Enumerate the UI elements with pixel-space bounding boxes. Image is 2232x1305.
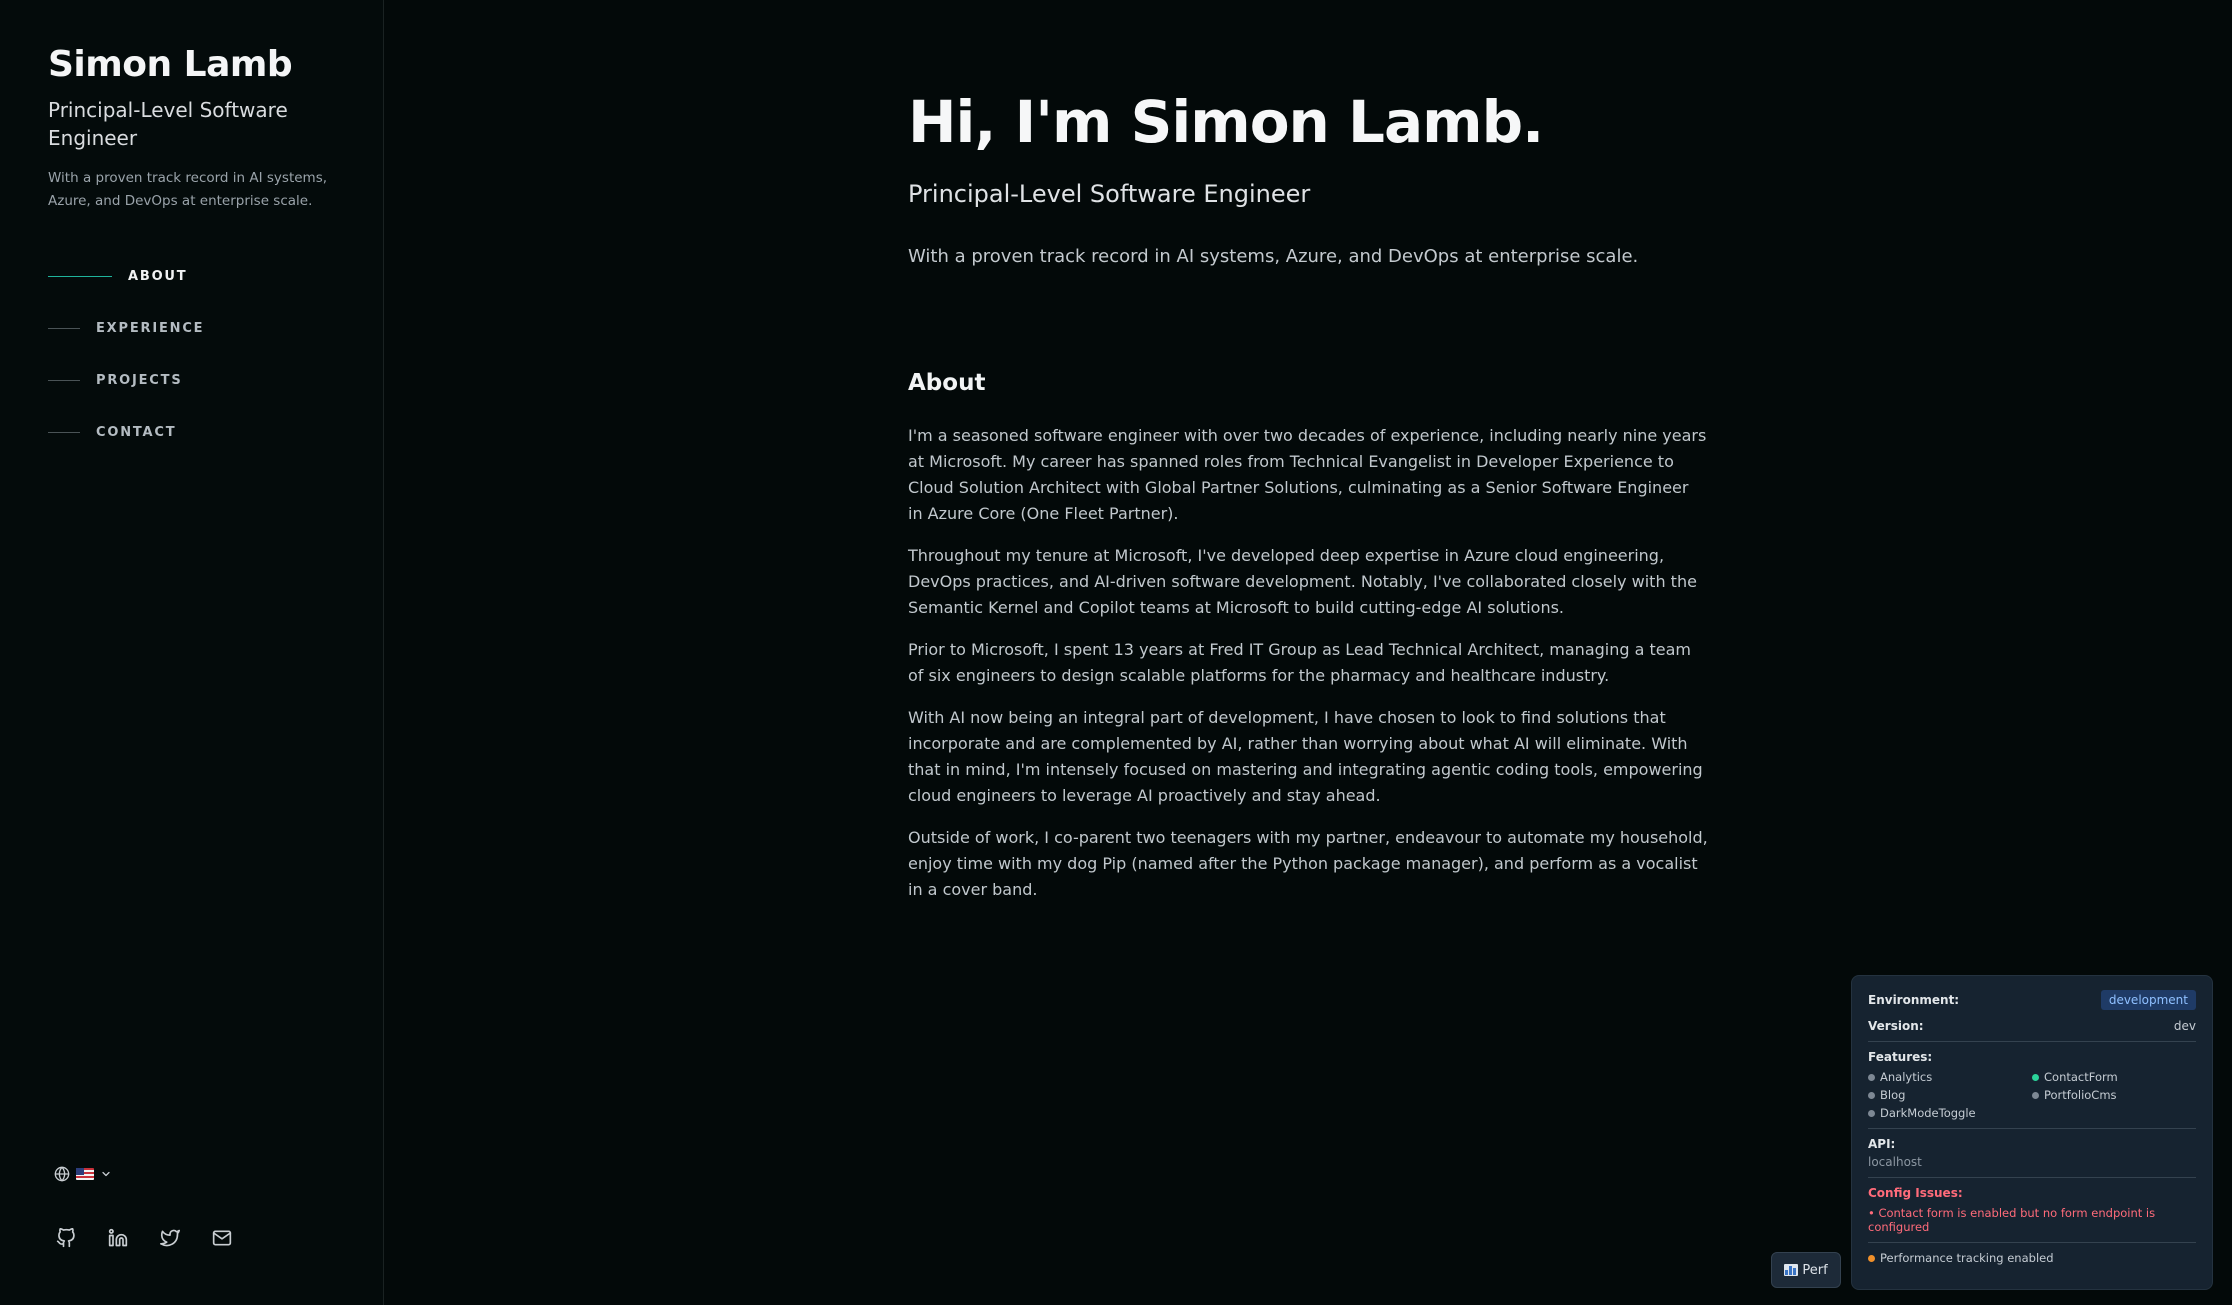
divider <box>1868 1041 2196 1042</box>
feature-name: Analytics <box>1880 1070 1933 1084</box>
environment-badge: development <box>2100 990 2196 1010</box>
nav-item-projects[interactable]: PROJECTS <box>48 354 204 406</box>
features-list: Analytics ContactForm Blog PortfolioCms … <box>1868 1070 2196 1120</box>
linkedin-link[interactable] <box>106 1226 130 1250</box>
api-label: API: <box>1868 1137 1896 1151</box>
nav-item-experience[interactable]: EXPERIENCE <box>48 302 204 354</box>
feature-name: DarkModeToggle <box>1880 1106 1976 1120</box>
config-debug-panel: Environment: development Version: dev Fe… <box>1851 975 2213 1290</box>
status-dot <box>1868 1109 1875 1117</box>
status-dot <box>2032 1091 2039 1099</box>
about-section: I'm a seasoned software engineer with ov… <box>908 423 1708 919</box>
perf-button[interactable]: Perf <box>1771 1252 1841 1288</box>
section-nav: ABOUT EXPERIENCE PROJECTS CONTACT <box>48 250 204 458</box>
hero-role: Principal-Level Software Engineer <box>908 180 1311 208</box>
about-paragraph: Outside of work, I co-parent two teenage… <box>908 828 1708 899</box>
version-label: Version: <box>1868 1019 1924 1033</box>
nav-label: ABOUT <box>128 268 188 284</box>
site-role: Principal-Level Software Engineer <box>48 98 288 150</box>
feature-name: ContactForm <box>2044 1070 2118 1084</box>
version-value: dev <box>2173 1019 2196 1033</box>
config-issue-item: • Contact form is enabled but no form en… <box>1868 1206 2156 1234</box>
hero-title: Hi, I'm Simon Lamb. <box>908 88 1544 156</box>
social-links <box>54 1226 234 1250</box>
perf-status-text: Performance tracking enabled <box>1880 1251 2054 1265</box>
version-row: Version: dev <box>1868 1019 2196 1033</box>
chevron-down-icon <box>102 1171 110 1177</box>
nav-item-contact[interactable]: CONTACT <box>48 406 204 458</box>
about-heading: About <box>908 370 986 396</box>
feature-item: PortfolioCms <box>2032 1088 2196 1102</box>
about-paragraph: Prior to Microsoft, I spent 13 years at … <box>908 640 1692 685</box>
nav-indicator-line <box>48 379 80 381</box>
language-selector[interactable] <box>54 1166 112 1182</box>
status-dot <box>1868 1091 1875 1099</box>
us-flag-icon <box>76 1168 94 1180</box>
hero-tagline: With a proven track record in AI systems… <box>908 246 1639 267</box>
status-dot <box>1868 1073 1875 1081</box>
status-dot <box>1868 1254 1875 1262</box>
bar-chart-icon <box>1784 1264 1799 1276</box>
site-name: Simon Lamb <box>48 44 293 85</box>
divider <box>1868 1128 2196 1129</box>
feature-item: ContactForm <box>2032 1070 2196 1084</box>
divider <box>1868 1242 2196 1243</box>
sidebar: Simon Lamb Principal-Level Software Engi… <box>0 0 384 1305</box>
api-value: localhost <box>1868 1155 1922 1169</box>
about-paragraph: With AI now being an integral part of de… <box>908 708 1703 805</box>
linkedin-icon <box>108 1228 128 1247</box>
environment-label: Environment: <box>1868 993 1960 1007</box>
feature-item: DarkModeToggle <box>1868 1106 2032 1120</box>
perf-status: Performance tracking enabled <box>1868 1251 2196 1265</box>
mail-icon <box>212 1230 232 1246</box>
features-label: Features: <box>1868 1050 1933 1064</box>
environment-row: Environment: development <box>1868 990 2196 1010</box>
perf-button-label: Perf <box>1802 1262 1828 1278</box>
site-tagline: With a proven track record in AI systems… <box>48 170 328 209</box>
github-link[interactable] <box>54 1226 78 1250</box>
config-issues-label: Config Issues: <box>1868 1186 1963 1200</box>
nav-indicator-line <box>48 327 80 329</box>
nav-label: CONTACT <box>96 424 177 440</box>
about-paragraph: Throughout my tenure at Microsoft, I've … <box>908 546 1697 617</box>
feature-item: Blog <box>1868 1088 2032 1102</box>
twitter-icon <box>160 1229 180 1247</box>
nav-label: EXPERIENCE <box>96 320 205 336</box>
twitter-link[interactable] <box>158 1226 182 1250</box>
feature-item: Analytics <box>1868 1070 2032 1084</box>
nav-label: PROJECTS <box>96 372 183 388</box>
nav-item-about[interactable]: ABOUT <box>48 250 204 302</box>
feature-name: PortfolioCms <box>2044 1088 2117 1102</box>
nav-indicator-line <box>48 431 80 433</box>
github-icon <box>56 1228 75 1248</box>
feature-name: Blog <box>1880 1088 1906 1102</box>
about-paragraph: I'm a seasoned software engineer with ov… <box>908 426 1707 523</box>
nav-indicator-line <box>48 275 112 277</box>
status-dot <box>2032 1073 2039 1081</box>
email-link[interactable] <box>210 1226 234 1250</box>
globe-icon <box>54 1166 70 1182</box>
divider <box>1868 1177 2196 1178</box>
